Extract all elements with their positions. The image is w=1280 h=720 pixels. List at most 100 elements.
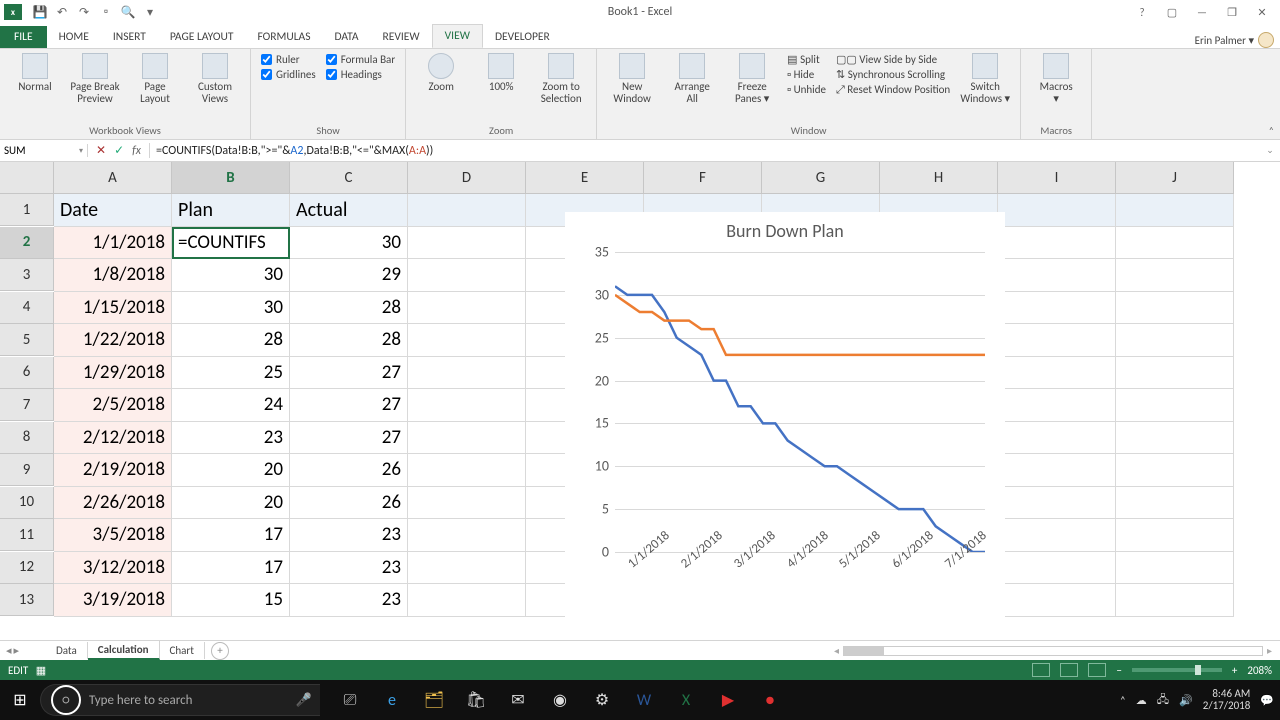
cell-C2[interactable]: 30: [290, 227, 408, 260]
column-header[interactable]: A: [54, 162, 172, 194]
cell-D5[interactable]: [408, 324, 526, 357]
cell-D3[interactable]: [408, 259, 526, 292]
column-header[interactable]: B: [172, 162, 290, 194]
cell-D10[interactable]: [408, 487, 526, 520]
cell-D6[interactable]: [408, 357, 526, 390]
cell-D2[interactable]: [408, 227, 526, 260]
page-break-preview-button[interactable]: Page Break Preview: [70, 53, 120, 105]
collapse-ribbon-icon[interactable]: ˄: [1269, 124, 1274, 137]
freeze-panes-button[interactable]: Freeze Panes ▾: [727, 53, 777, 105]
tray-chevron-icon[interactable]: ˄: [1120, 694, 1126, 707]
preview-icon[interactable]: 🔍: [118, 2, 138, 22]
cell-J4[interactable]: [1116, 292, 1234, 325]
row-header[interactable]: 13: [0, 584, 54, 616]
sheet-nav-next-icon[interactable]: ▸: [14, 644, 20, 657]
notifications-icon[interactable]: 💬: [1260, 694, 1274, 707]
row-header[interactable]: 7: [0, 389, 54, 421]
cell-B4[interactable]: 30: [172, 292, 290, 325]
cell-A9[interactable]: 2/19/2018: [54, 454, 172, 487]
cell-J8[interactable]: [1116, 422, 1234, 455]
expand-formula-bar-icon[interactable]: ⌄: [1260, 145, 1280, 156]
cell-B9[interactable]: 20: [172, 454, 290, 487]
spreadsheet-grid[interactable]: ABCDEFGHIJ1DatePlanActual21/1/2018=COUNT…: [0, 162, 1280, 640]
name-box[interactable]: SUM▾: [0, 144, 88, 157]
select-all-corner[interactable]: [0, 162, 54, 194]
row-header[interactable]: 8: [0, 422, 54, 454]
add-sheet-button[interactable]: +: [211, 642, 229, 660]
horizontal-scrollbar[interactable]: ◂ ▸: [834, 644, 1272, 657]
cell-D11[interactable]: [408, 519, 526, 552]
cell-J7[interactable]: [1116, 389, 1234, 422]
normal-view-icon[interactable]: [1032, 663, 1050, 677]
word-icon[interactable]: W: [624, 680, 664, 720]
cell-D1[interactable]: [408, 194, 526, 227]
task-view-icon[interactable]: ⎚: [330, 680, 370, 720]
row-header[interactable]: 5: [0, 324, 54, 356]
cell-B13[interactable]: 15: [172, 584, 290, 617]
unhide-button[interactable]: ▫ Unhide: [787, 83, 826, 96]
column-header[interactable]: C: [290, 162, 408, 194]
cell-B8[interactable]: 23: [172, 422, 290, 455]
cell-B1[interactable]: Plan: [172, 194, 290, 227]
file-explorer-icon[interactable]: 🗂: [414, 680, 454, 720]
cell-J1[interactable]: [1116, 194, 1234, 227]
cell-C8[interactable]: 27: [290, 422, 408, 455]
custom-views-button[interactable]: Custom Views: [190, 53, 240, 105]
save-icon[interactable]: 💾: [30, 2, 50, 22]
view-side-by-side-button[interactable]: ▢▢ View Side by Side: [836, 53, 950, 66]
sheet-tab-chart[interactable]: Chart: [160, 642, 205, 659]
cell-I4[interactable]: [998, 292, 1116, 325]
qat-dropdown-icon[interactable]: ▾: [140, 2, 160, 22]
cell-J10[interactable]: [1116, 487, 1234, 520]
hide-button[interactable]: ▫ Hide: [787, 68, 826, 81]
zoom-slider[interactable]: [1132, 668, 1222, 672]
column-header[interactable]: J: [1116, 162, 1234, 194]
insert-function-icon[interactable]: fx: [132, 144, 141, 158]
system-tray[interactable]: ˄ ☁ 🖧 🔊 8:46 AM 2/17/2018 💬: [1120, 688, 1274, 712]
cell-J12[interactable]: [1116, 552, 1234, 585]
column-header[interactable]: D: [408, 162, 526, 194]
sheet-tab-calculation[interactable]: Calculation: [88, 641, 160, 660]
cell-J3[interactable]: [1116, 259, 1234, 292]
start-button[interactable]: ⊞: [0, 680, 40, 720]
volume-icon[interactable]: 🔊: [1179, 694, 1193, 707]
cell-C1[interactable]: Actual: [290, 194, 408, 227]
video-icon[interactable]: ▶: [708, 680, 748, 720]
cancel-formula-icon[interactable]: ✕: [96, 143, 106, 158]
network-icon[interactable]: 🖧: [1157, 691, 1169, 710]
cell-C11[interactable]: 23: [290, 519, 408, 552]
cell-A13[interactable]: 3/19/2018: [54, 584, 172, 617]
cell-J5[interactable]: [1116, 324, 1234, 357]
cell-D13[interactable]: [408, 584, 526, 617]
cell-B5[interactable]: 28: [172, 324, 290, 357]
cell-I7[interactable]: [998, 389, 1116, 422]
cell-B7[interactable]: 24: [172, 389, 290, 422]
tab-review[interactable]: REVIEW: [371, 26, 432, 48]
cell-A10[interactable]: 2/26/2018: [54, 487, 172, 520]
cell-I8[interactable]: [998, 422, 1116, 455]
cell-A3[interactable]: 1/8/2018: [54, 259, 172, 292]
cell-I5[interactable]: [998, 324, 1116, 357]
column-header[interactable]: F: [644, 162, 762, 194]
cell-J6[interactable]: [1116, 357, 1234, 390]
tab-insert[interactable]: INSERT: [101, 26, 158, 48]
tab-developer[interactable]: DEVELOPER: [483, 26, 562, 48]
cell-J2[interactable]: [1116, 227, 1234, 260]
cell-A12[interactable]: 3/12/2018: [54, 552, 172, 585]
redo-icon[interactable]: ↷: [74, 2, 94, 22]
excel-icon[interactable]: X: [666, 680, 706, 720]
cell-C13[interactable]: 23: [290, 584, 408, 617]
cell-D8[interactable]: [408, 422, 526, 455]
close-button[interactable]: ✕: [1248, 2, 1276, 22]
taskbar-search[interactable]: ○ Type here to search 🎤: [40, 684, 320, 716]
clock[interactable]: 8:46 AM 2/17/2018: [1203, 688, 1251, 712]
onedrive-icon[interactable]: ☁: [1136, 694, 1147, 707]
row-header[interactable]: 11: [0, 519, 54, 551]
page-layout-button[interactable]: Page Layout: [130, 53, 180, 105]
row-header[interactable]: 2: [0, 227, 54, 259]
enter-formula-icon[interactable]: ✓: [114, 143, 124, 158]
tab-view[interactable]: VIEW: [432, 24, 483, 48]
cortana-icon[interactable]: ○: [51, 685, 81, 715]
zoom-button[interactable]: Zoom: [416, 53, 466, 93]
ruler-checkbox[interactable]: Ruler: [261, 53, 316, 66]
